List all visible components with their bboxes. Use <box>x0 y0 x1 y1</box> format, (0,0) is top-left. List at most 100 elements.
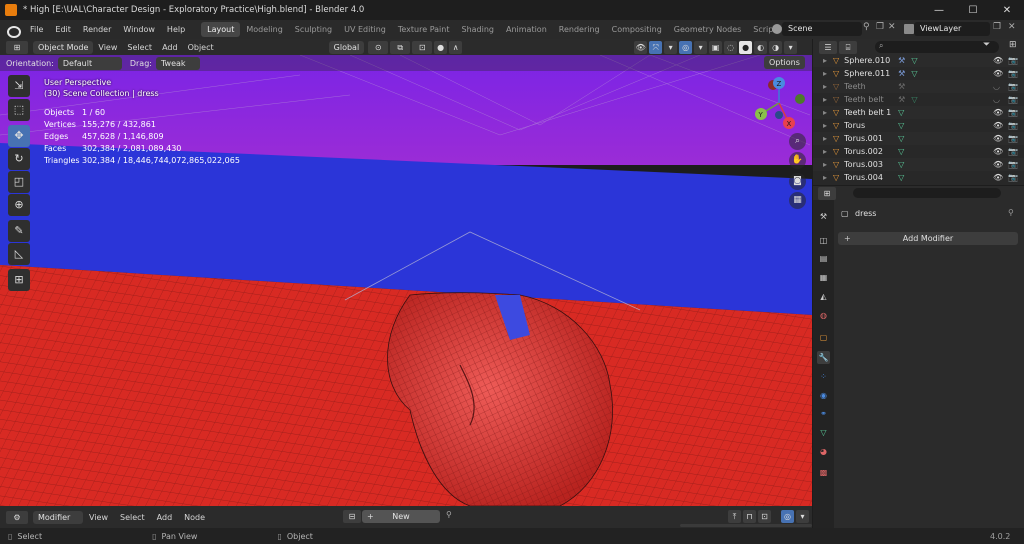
minimize-button[interactable]: — <box>922 0 956 20</box>
shading-rendered-icon[interactable]: ◑ <box>769 40 783 54</box>
visibility-eye-icon[interactable]: 👁 <box>993 160 1003 169</box>
scale-tool-icon[interactable]: ◰ <box>8 171 30 193</box>
transform-tool-icon[interactable]: ⊕ <box>8 194 30 216</box>
node-menu-node[interactable]: Node <box>178 513 211 522</box>
tab-shading[interactable]: Shading <box>455 22 500 37</box>
node-menu-select[interactable]: Select <box>114 513 151 522</box>
scene-selector[interactable]: Scene <box>782 22 862 36</box>
menu-window[interactable]: Window <box>117 25 161 34</box>
3d-viewport[interactable]: Orientation: Default Drag: Tweak Options… <box>0 55 812 506</box>
pin-node-icon[interactable]: ⚲ <box>446 510 452 519</box>
render-camera-icon[interactable]: 📷 <box>1008 121 1018 130</box>
pivot-point-icon[interactable]: ⊙ <box>368 40 389 54</box>
output-tab-icon[interactable]: ▤ <box>817 252 830 265</box>
render-camera-icon[interactable]: 📷 <box>1008 173 1018 182</box>
tab-uv-editing[interactable]: UV Editing <box>338 22 392 37</box>
menu-view[interactable]: View <box>93 43 122 52</box>
tab-sculpting[interactable]: Sculpting <box>289 22 338 37</box>
shading-material-icon[interactable]: ◐ <box>754 40 768 54</box>
tab-modeling[interactable]: Modeling <box>240 22 288 37</box>
expand-icon[interactable]: ▸ <box>813 69 827 78</box>
visibility-eye-icon[interactable]: 👁 <box>993 147 1003 156</box>
close-button[interactable]: ✕ <box>990 0 1024 20</box>
outliner-item[interactable]: ▸ ▽ Sphere.011 ⚒ ▽ 👁 📷 <box>813 67 1024 80</box>
new-collection-icon[interactable]: ⊞ <box>1009 40 1017 50</box>
xray-icon[interactable]: ▣ <box>709 40 723 54</box>
render-tab-icon[interactable]: ◫ <box>817 234 830 247</box>
menu-add[interactable]: Add <box>157 43 183 52</box>
physics-tab-icon[interactable]: ◉ <box>817 389 830 402</box>
tab-rendering[interactable]: Rendering <box>553 22 606 37</box>
render-camera-icon[interactable]: 📷 <box>1008 147 1018 156</box>
pin-properties-icon[interactable]: ⚲ <box>1008 208 1014 217</box>
render-camera-icon[interactable]: 📷 <box>1008 82 1018 91</box>
pin-icon[interactable]: ⚲ <box>863 22 870 32</box>
visibility-eye-icon[interactable]: 👁 <box>993 173 1003 182</box>
remove-scene-icon[interactable]: ✕ <box>888 22 896 32</box>
outliner-search-input[interactable]: ⌕ <box>875 41 999 53</box>
tool-tab-icon[interactable]: ⚒ <box>817 210 830 223</box>
particles-tab-icon[interactable]: ⁘ <box>817 370 830 383</box>
cursor-tool-icon[interactable]: ⇲ <box>8 75 30 97</box>
material-tab-icon[interactable]: ◕ <box>817 445 830 458</box>
node-editor-type-icon[interactable]: ⚙ <box>6 510 28 524</box>
tab-texture-paint[interactable]: Texture Paint <box>392 22 456 37</box>
scene-tab-icon[interactable]: ◭ <box>817 290 830 303</box>
expand-icon[interactable]: ▸ <box>813 95 827 104</box>
snap-icon[interactable]: ⧉ <box>390 40 411 54</box>
visibility-eye-icon[interactable]: 👁 <box>993 134 1003 143</box>
snap-node-type-icon[interactable]: ⊡ <box>758 510 771 523</box>
overlay-dropdown-icon[interactable]: ▾ <box>694 40 708 54</box>
expand-icon[interactable]: ▸ <box>813 56 827 65</box>
blender-logo-icon[interactable] <box>6 24 21 38</box>
orientation-dropdown[interactable]: Default <box>57 56 122 70</box>
filter-icon[interactable]: ⏷ <box>983 40 990 50</box>
outliner-item[interactable]: ▸ ▽ Teeth ⚒ ◡ 📷 <box>813 80 1024 93</box>
hidden-eye-icon[interactable]: ◡ <box>993 95 1000 104</box>
camera-icon[interactable]: ◙ <box>789 173 806 190</box>
drag-dropdown[interactable]: Tweak <box>155 56 200 70</box>
tab-animation[interactable]: Animation <box>500 22 553 37</box>
menu-edit[interactable]: Edit <box>49 25 77 34</box>
outliner-item[interactable]: ▸ ▽ Sphere.010 ⚒ ▽ 👁 📷 <box>813 54 1024 67</box>
render-camera-icon[interactable]: 📷 <box>1008 160 1018 169</box>
hidden-eye-icon[interactable]: ◡ <box>993 82 1000 91</box>
node-overlay-dropdown-icon[interactable]: ▾ <box>796 510 809 523</box>
visibility-icon[interactable]: 👁 <box>634 40 648 54</box>
gizmo-dropdown-icon[interactable]: ▾ <box>664 40 678 54</box>
visibility-eye-icon[interactable]: 👁 <box>993 108 1003 117</box>
shading-wireframe-icon[interactable]: ◌ <box>724 40 738 54</box>
expand-icon[interactable]: ▸ <box>813 82 827 91</box>
gizmo-toggle-icon[interactable]: ⤧ <box>649 40 663 54</box>
transform-orientation-dropdown[interactable]: Global <box>328 40 365 54</box>
move-tool-icon[interactable]: ✥ <box>8 125 30 147</box>
outliner-item[interactable]: ▸ ▽ Torus.004 ▽ 👁 📷 <box>813 171 1024 184</box>
node-editor-scrollbar[interactable] <box>680 524 812 527</box>
render-camera-icon[interactable]: 📷 <box>1008 108 1018 117</box>
outliner-item[interactable]: ▸ ▽ Torus.001 ▽ 👁 📷 <box>813 132 1024 145</box>
render-camera-icon[interactable]: 📷 <box>1008 95 1018 104</box>
expand-icon[interactable]: ▸ <box>813 134 827 143</box>
snap-node-icon[interactable]: ⊓ <box>743 510 756 523</box>
outliner-item[interactable]: ▸ ▽ Teeth belt ⚒ ▽ ◡ 📷 <box>813 93 1024 106</box>
menu-object[interactable]: Object <box>183 43 219 52</box>
render-camera-icon[interactable]: 📷 <box>1008 69 1018 78</box>
outliner-item[interactable]: ▸ ▽ Teeth belt 1 ▽ 👁 📷 <box>813 106 1024 119</box>
visibility-eye-icon[interactable]: 👁 <box>993 121 1003 130</box>
properties-editor-type-icon[interactable]: ⊞ <box>818 187 836 200</box>
snap-target-icon[interactable]: ⊡ <box>412 40 433 54</box>
node-menu-view[interactable]: View <box>83 513 114 522</box>
data-tab-icon[interactable]: ▽ <box>817 426 830 439</box>
object-tab-icon[interactable]: ▢ <box>817 331 830 344</box>
tab-geometry-nodes[interactable]: Geometry Nodes <box>668 22 747 37</box>
shading-solid-icon[interactable]: ● <box>739 40 753 54</box>
proportional-edit-icon[interactable]: ● <box>434 40 448 54</box>
maximize-button[interactable]: ☐ <box>956 0 990 20</box>
node-menu-add[interactable]: Add <box>151 513 179 522</box>
menu-file[interactable]: File <box>24 25 49 34</box>
tab-layout[interactable]: Layout <box>201 22 241 37</box>
remove-viewlayer-icon[interactable]: ✕ <box>1008 22 1016 32</box>
mode-dropdown[interactable]: Object Mode <box>33 40 94 54</box>
outliner-item[interactable]: ▸ ▽ Torus.003 ▽ 👁 📷 <box>813 158 1024 171</box>
texture-tab-icon[interactable]: ▩ <box>817 466 830 479</box>
